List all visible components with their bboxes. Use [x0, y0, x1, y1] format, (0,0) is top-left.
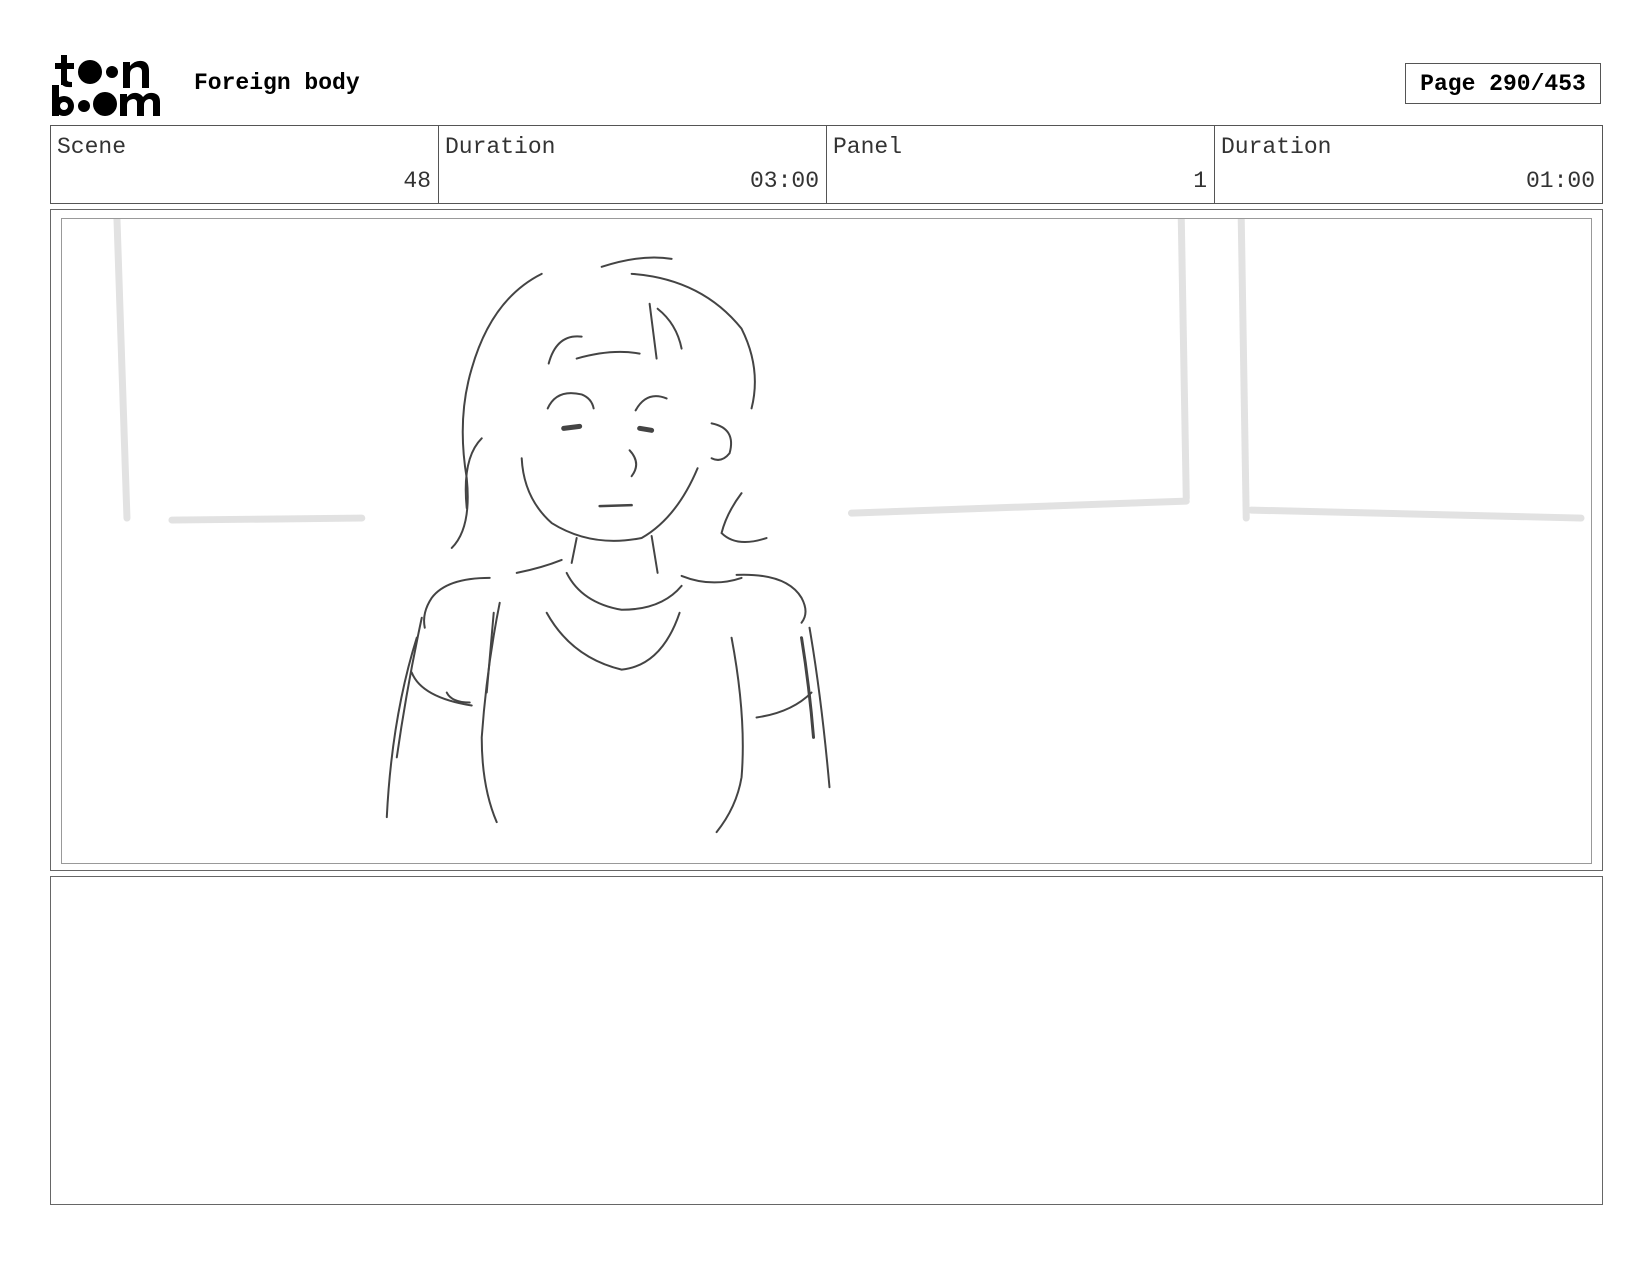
- panel-cell: Panel 1: [827, 126, 1215, 203]
- panel-value: 1: [1193, 168, 1207, 194]
- sketch-drawing: [113, 219, 1585, 834]
- toon-boom-logo: [52, 52, 170, 118]
- scene-info-table: Scene 48 Duration 03:00 Panel 1 Duration…: [50, 125, 1603, 204]
- panel-duration-cell: Duration 01:00: [1215, 126, 1602, 203]
- scene-duration-label: Duration: [445, 134, 556, 160]
- toon-boom-logo-mark: [52, 55, 160, 116]
- scene-cell: Scene 48: [51, 126, 439, 203]
- scene-duration-value: 03:00: [749, 168, 819, 194]
- panel-duration-label: Duration: [1221, 134, 1332, 160]
- storyboard-panel-image: [61, 218, 1592, 864]
- panel-duration-value: 01:00: [1525, 168, 1595, 194]
- panel-notes-box: [50, 876, 1603, 1205]
- document-title: Foreign body: [194, 70, 360, 96]
- scene-value: 48: [403, 168, 431, 194]
- storyboard-panel-frame: [50, 209, 1603, 871]
- panel-label: Panel: [833, 134, 903, 160]
- scene-label: Scene: [57, 134, 127, 160]
- scene-duration-cell: Duration 03:00: [439, 126, 827, 203]
- page-indicator: Page 290/453: [1405, 63, 1601, 104]
